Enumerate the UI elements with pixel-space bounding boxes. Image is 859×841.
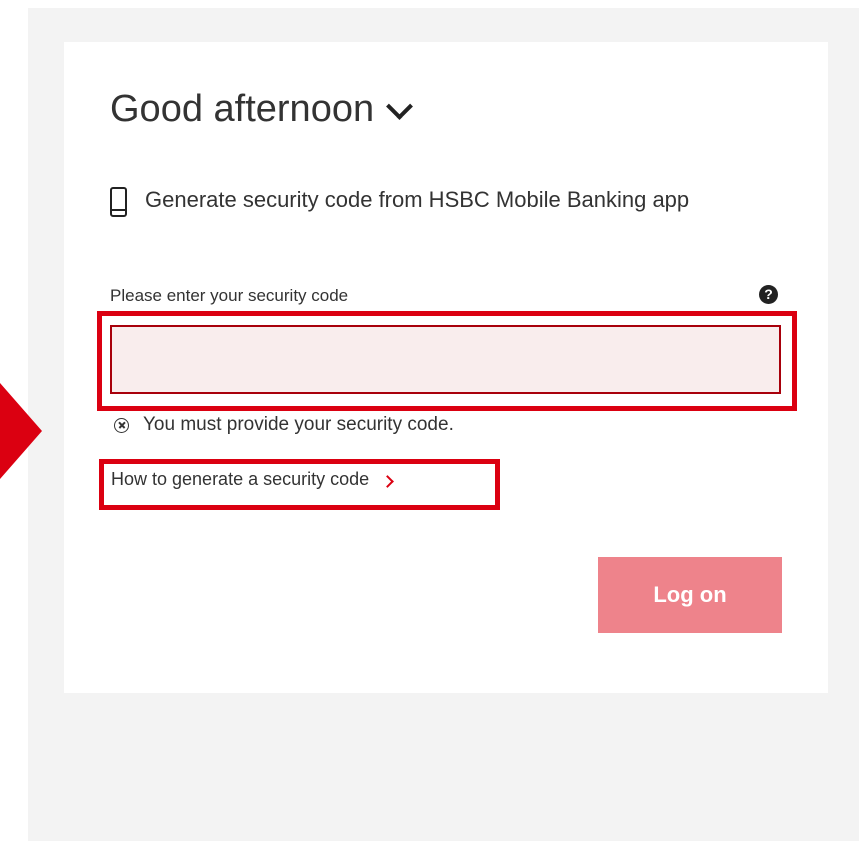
security-method: Generate security code from HSBC Mobile … xyxy=(110,184,760,217)
error-message: You must provide your security code. xyxy=(114,414,454,436)
log-on-button[interactable]: Log on xyxy=(598,557,782,633)
greeting-text: Good afternoon xyxy=(110,88,375,130)
page: Good afternoon Generate security code fr… xyxy=(0,0,859,841)
security-code-input[interactable] xyxy=(110,325,781,394)
error-message-text: You must provide your security code. xyxy=(143,414,454,435)
card-footer xyxy=(64,693,828,792)
security-method-text: Generate security code from HSBC Mobile … xyxy=(145,187,690,212)
red-arrow-pointer xyxy=(0,383,42,479)
chevron-down-icon xyxy=(386,93,414,120)
how-to-generate-link[interactable]: How to generate a security code xyxy=(111,469,395,490)
question-circle-icon[interactable]: ? xyxy=(759,285,778,304)
how-to-generate-link-text: How to generate a security code xyxy=(111,469,370,489)
error-circle-x-icon xyxy=(114,417,129,433)
mobile-phone-icon xyxy=(110,187,127,217)
greeting-dropdown[interactable]: Good afternoon xyxy=(110,88,414,131)
chevron-right-icon xyxy=(381,474,395,488)
security-code-label: Please enter your security code xyxy=(110,286,349,305)
